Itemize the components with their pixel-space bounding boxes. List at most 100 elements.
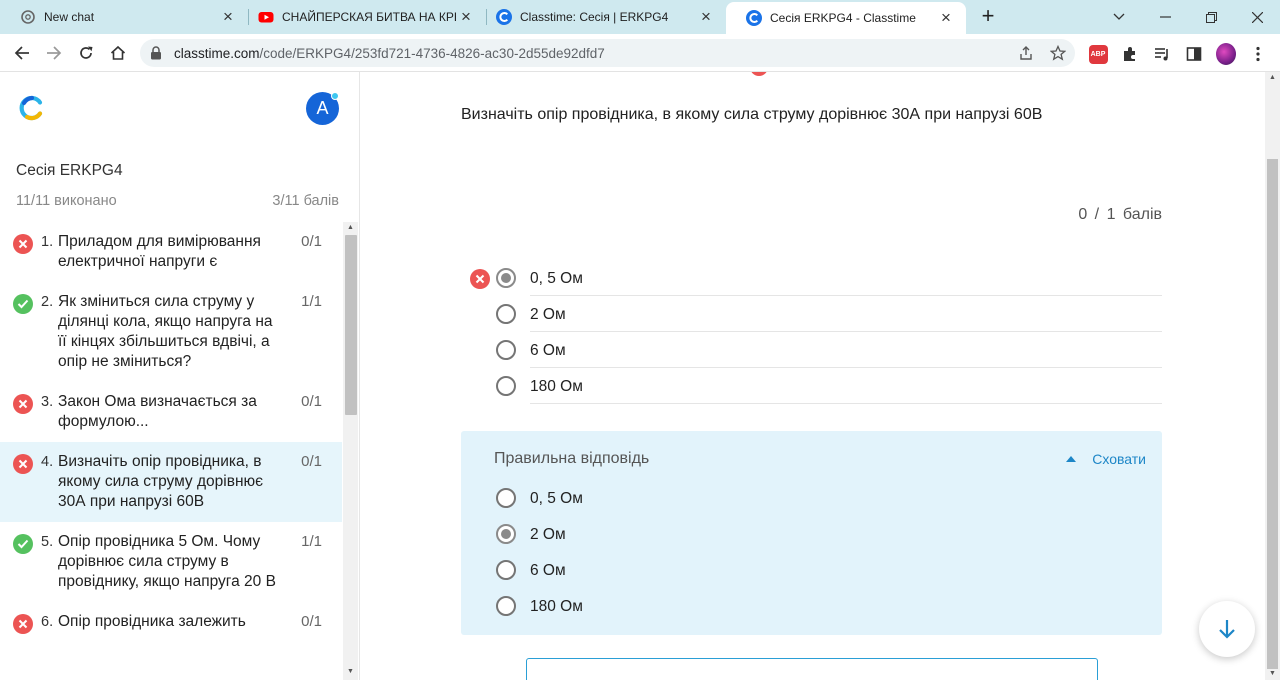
incorrect-icon [13, 454, 33, 474]
scroll-up-arrow-icon[interactable]: ▲ [1265, 72, 1280, 84]
total-score: 3/11 балів [272, 193, 339, 209]
adblock-extension-icon[interactable]: ABP [1088, 44, 1108, 64]
question-detail: Визначіть опір провідника, в якому сила … [361, 72, 1265, 680]
tab-title: Classtime: Сесія | ERKPG4 [520, 10, 669, 24]
answer-option-3: 6 Ом [461, 332, 1162, 368]
question-points: 0/1 [301, 393, 322, 410]
back-icon[interactable] [10, 41, 34, 65]
tab-title: New chat [44, 10, 95, 24]
scroll-up-arrow-icon[interactable]: ▲ [343, 222, 358, 234]
close-tab-icon[interactable]: × [696, 7, 716, 27]
openai-icon [21, 10, 35, 24]
classtime-icon [496, 9, 512, 25]
profile-avatar-icon[interactable] [1216, 43, 1236, 65]
scroll-down-arrow-icon[interactable]: ▼ [343, 666, 358, 678]
close-tab-icon[interactable]: × [218, 7, 238, 27]
question-item-2[interactable]: 2. Як зміниться сила струму у ділянці ко… [0, 282, 342, 382]
answer-label: 180 Ом [530, 598, 583, 615]
radio-button [496, 488, 516, 508]
side-panel-icon[interactable] [1184, 44, 1204, 64]
comment-input[interactable] [526, 658, 1098, 680]
answer-divider [530, 403, 1162, 404]
tab-youtube[interactable]: СНАЙПЕРСКАЯ БИТВА НА КРЫШЕ × [238, 0, 486, 34]
answer-label: 180 Ом [530, 378, 583, 395]
sidebar-scrollbar-thumb[interactable] [345, 235, 357, 415]
tab-search-icon[interactable] [1096, 0, 1142, 34]
question-item-4-active[interactable]: 4. Визначіть опір провідника, в якому си… [0, 442, 342, 522]
minimize-icon[interactable] [1142, 0, 1188, 34]
question-text: Визначіть опір провідника, в якому сила … [58, 453, 264, 510]
session-title: Сесія ERKPG4 [16, 162, 123, 179]
question-item-5[interactable]: 5. Опір провідника 5 Ом. Чому дорівнює с… [0, 522, 342, 602]
question-list: 1. Приладом для вимірювання електричної … [0, 222, 342, 642]
radio-button [496, 560, 516, 580]
question-item-1[interactable]: 1. Приладом для вимірювання електричної … [0, 222, 342, 282]
address-bar[interactable]: classtime.com/code/ERKPG4/253fd721-4736-… [140, 39, 1075, 67]
notification-dot [331, 92, 339, 100]
answer-option-4: 180 Ом [461, 368, 1162, 404]
close-window-icon[interactable] [1234, 0, 1280, 34]
hide-label: Сховати [1092, 451, 1146, 467]
correct-answer-options: 0, 5 Ом 2 Ом 6 Ом 180 Ом [461, 480, 1162, 624]
question-number: 4. [41, 454, 54, 470]
correct-check-icon [13, 534, 33, 554]
new-tab-icon[interactable]: + [976, 5, 1000, 29]
radio-button [496, 376, 516, 396]
page-scrollbar[interactable]: ▲ ▼ [1265, 72, 1280, 680]
answer-options: 0, 5 Ом 2 Ом 6 Ом 180 Ом [461, 260, 1162, 404]
question-points: 0/1 [301, 233, 322, 250]
answer-label: 6 Ом [530, 562, 566, 579]
forward-icon[interactable] [42, 41, 66, 65]
answer-label: 0, 5 Ом [530, 270, 583, 287]
scroll-down-button[interactable] [1199, 601, 1255, 657]
close-tab-icon[interactable]: × [936, 8, 956, 28]
home-icon[interactable] [106, 41, 130, 65]
question-item-6[interactable]: 6. Опір провідника залежить 0/1 [0, 602, 342, 642]
question-number: 6. [41, 614, 54, 630]
answer-label: 2 Ом [530, 526, 566, 543]
restore-icon[interactable] [1188, 0, 1234, 34]
page-scrollbar-thumb[interactable] [1267, 159, 1278, 669]
extensions-puzzle-icon[interactable] [1120, 44, 1140, 64]
correct-answer-panel: Правильна відповідь Сховати 0, 5 Ом 2 Ом… [461, 431, 1162, 635]
browser-menu-icon[interactable] [1248, 44, 1268, 64]
answer-label: 2 Ом [530, 306, 566, 323]
question-text: Опір провідника залежить [58, 613, 246, 630]
scroll-down-arrow-icon[interactable]: ▼ [1265, 668, 1280, 680]
share-icon[interactable] [1018, 45, 1034, 61]
incorrect-icon [470, 269, 490, 289]
question-text: Опір провідника 5 Ом. Чому дорівнює сила… [58, 533, 276, 590]
question-text: Як зміниться сила струму у ділянці кола,… [58, 293, 273, 370]
incorrect-icon [13, 614, 33, 634]
question-points: 1/1 [301, 533, 322, 550]
question-item-3[interactable]: 3. Закон Ома визначається за формулою...… [0, 382, 342, 442]
incorrect-icon [13, 234, 33, 254]
question-text: Приладом для вимірювання електричної нап… [58, 233, 261, 270]
answer-label: 6 Ом [530, 342, 566, 359]
tab-new-chat[interactable]: New chat × [0, 0, 248, 34]
tab-classtime-active[interactable]: Сесія ERKPG4 - Classtime × [726, 2, 966, 34]
question-points: 0/1 [301, 613, 322, 630]
radio-button [496, 340, 516, 360]
status-indicator-fragment [750, 72, 768, 76]
tab-classtime-session[interactable]: Classtime: Сесія | ERKPG4 × [476, 0, 726, 34]
question-text: Визначіть опір провідника, в якому сила … [461, 106, 1043, 123]
classtime-logo-icon[interactable] [18, 94, 46, 122]
lock-icon [151, 46, 161, 60]
question-number: 5. [41, 534, 54, 550]
radio-button-selected [496, 524, 516, 544]
hide-button[interactable]: Сховати [1066, 451, 1146, 467]
incorrect-icon [13, 394, 33, 414]
youtube-icon [258, 12, 274, 23]
correct-option-1: 0, 5 Ом [461, 480, 1162, 516]
bookmark-star-icon[interactable] [1050, 45, 1066, 61]
answer-option-1: 0, 5 Ом [461, 260, 1162, 296]
radio-button [496, 596, 516, 616]
reload-icon[interactable] [74, 41, 98, 65]
tab-title: СНАЙПЕРСКАЯ БИТВА НА КРЫШЕ [282, 10, 456, 24]
media-queue-icon[interactable] [1152, 44, 1172, 64]
correct-option-4: 180 Ом [461, 588, 1162, 624]
url-text: classtime.com/code/ERKPG4/253fd721-4736-… [174, 46, 605, 61]
close-tab-icon[interactable]: × [456, 7, 476, 27]
question-points: 0 / 1 балів [1078, 206, 1162, 223]
